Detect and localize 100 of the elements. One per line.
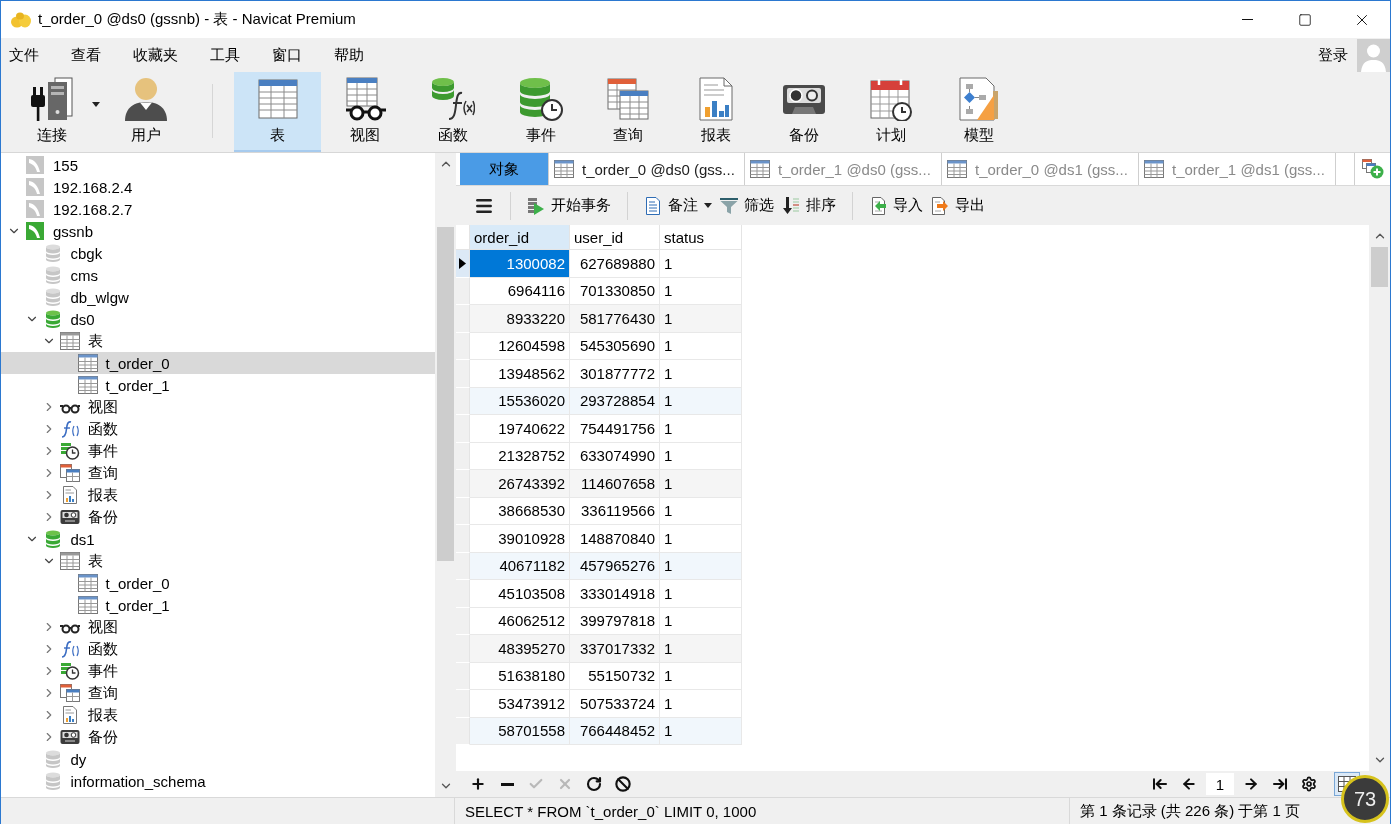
toolbar-button[interactable]: 事件 [496,72,585,152]
table-cell: 1 [660,250,742,278]
tree-item[interactable]: dy [1,748,435,770]
tree-item[interactable]: t_order_1 [1,594,435,616]
table-cell: 48395270 [470,635,570,663]
table-cell: 1 [660,332,742,360]
table-cell: 58701558 [470,717,570,745]
menu-item[interactable]: 工具 [210,45,240,65]
tree-item[interactable]: cbgk [1,242,435,264]
tree-item[interactable]: 事件 [1,440,435,462]
column-header[interactable]: user_id [570,225,660,250]
grid-toolbar-button[interactable]: 排序 [778,191,840,220]
table-cell: 1300082 [470,250,570,278]
stacked-tables-icon [60,464,80,482]
grid-toolbar-button[interactable]: 备注 [640,191,716,220]
tree-item[interactable]: 函数 [1,418,435,440]
table-cell: 1 [660,387,742,415]
toolbar-button[interactable]: 表 [233,72,322,152]
grid-toolbar-button[interactable]: 开始事务 [523,191,615,220]
tree-item[interactable]: 报表 [1,484,435,506]
login-link[interactable]: 登录 [1318,45,1348,65]
tree-item[interactable]: 备份 [1,506,435,528]
column-header[interactable]: order_id [470,225,570,250]
tree-item[interactable]: t_order_0 [1,352,435,374]
toolbar-button[interactable]: 函数 [409,72,497,152]
table-cell: 1 [660,277,742,305]
tree-item[interactable]: information_schema [1,770,435,792]
tree-item[interactable]: ds1 [1,528,435,550]
tree-item[interactable]: t_order_0 [1,572,435,594]
tree-item[interactable]: 视图 [1,616,435,638]
tree-item[interactable]: 表 [1,550,435,572]
plus-icon [470,776,486,792]
row-indicator[interactable] [456,250,470,278]
tree-item[interactable]: 查询 [1,462,435,484]
table-cell: 114607658 [570,470,660,498]
toolbar-button[interactable]: 计划 [847,72,936,152]
table-cell: 1 [660,552,742,580]
menu-item[interactable]: 查看 [71,45,101,65]
tree-item[interactable]: 函数 [1,638,435,660]
objects-tab[interactable]: 对象 [460,153,548,185]
table-icon [255,77,300,121]
tree-item[interactable]: db_wlgw [1,286,435,308]
table-glasses-icon [343,77,388,121]
tree-item[interactable]: cms [1,264,435,286]
window-title: t_order_0 @ds0 (gssnb) - 表 - Navicat Premium [38,10,357,29]
table-icon [77,596,98,614]
menu-item[interactable]: 收藏夹 [133,45,178,65]
table-cell: 333014918 [570,580,660,608]
import-document-icon [869,196,887,215]
table-cell: 1 [660,717,742,745]
table-icon [77,354,98,372]
table-cell: 1 [660,690,742,718]
toolbar-button[interactable]: 查询 [584,72,673,152]
table-cell: 627689880 [570,250,660,278]
tree-item[interactable]: 报表 [1,704,435,726]
scrollbar-thumb[interactable] [437,227,454,561]
document-tab[interactable]: t_order_0 @ds0 (gss... [548,153,745,185]
table-cell: 701330850 [570,277,660,305]
page-field[interactable]: 1 [1206,773,1234,795]
toolbar-button[interactable]: 报表 [672,72,760,152]
table-icon [77,376,98,394]
table-icon [750,160,770,178]
tree-item[interactable]: 表 [1,330,435,352]
table-cell: 1 [660,580,742,608]
tree-item[interactable]: 事件 [1,660,435,682]
toolbar-button[interactable]: 用户 [102,72,190,152]
column-header[interactable]: status [660,225,742,250]
menu-item[interactable]: 文件 [9,45,39,65]
tree-item[interactable]: 视图 [1,396,435,418]
table-cell: 337017332 [570,635,660,663]
grid-toolbar-button[interactable]: 筛选 [716,191,778,220]
tree-item[interactable]: 155 [1,154,435,176]
table-cell: 754491756 [570,415,660,443]
report-icon [60,706,80,724]
add-tables-icon [1361,159,1384,179]
table-cell: 293728854 [570,387,660,415]
table-cell: 1 [660,635,742,663]
table-cell: 1 [660,305,742,333]
toolbar-button[interactable]: 视图 [321,72,410,152]
toolbar-button[interactable]: 模型 [935,72,1023,152]
minus-icon [500,782,514,786]
tree-item[interactable]: 192.168.2.7 [1,198,435,220]
tree-item[interactable]: gssnb [1,220,435,242]
scrollbar-thumb[interactable] [1371,247,1388,287]
settings-icon [1301,776,1317,792]
menu-item[interactable]: 窗口 [272,45,302,65]
database-clock-icon [518,77,563,121]
grid-toolbar-button[interactable]: 导入 [865,191,927,220]
toolbar-button[interactable]: 连接 [9,72,102,152]
menu-item[interactable]: 帮助 [334,45,364,65]
table-cell: 46062512 [470,607,570,635]
tree-item[interactable]: t_order_1 [1,374,435,396]
table-cell: 6964116 [470,277,570,305]
grid-toolbar-button[interactable]: 导出 [927,191,989,220]
tree-item[interactable]: 查询 [1,682,435,704]
tree-item[interactable]: 备份 [1,726,435,748]
tree-item[interactable]: ds0 [1,308,435,330]
table-cell: 148870840 [570,525,660,553]
toolbar-button[interactable]: 备份 [759,72,848,152]
tree-item[interactable]: 192.168.2.4 [1,176,435,198]
